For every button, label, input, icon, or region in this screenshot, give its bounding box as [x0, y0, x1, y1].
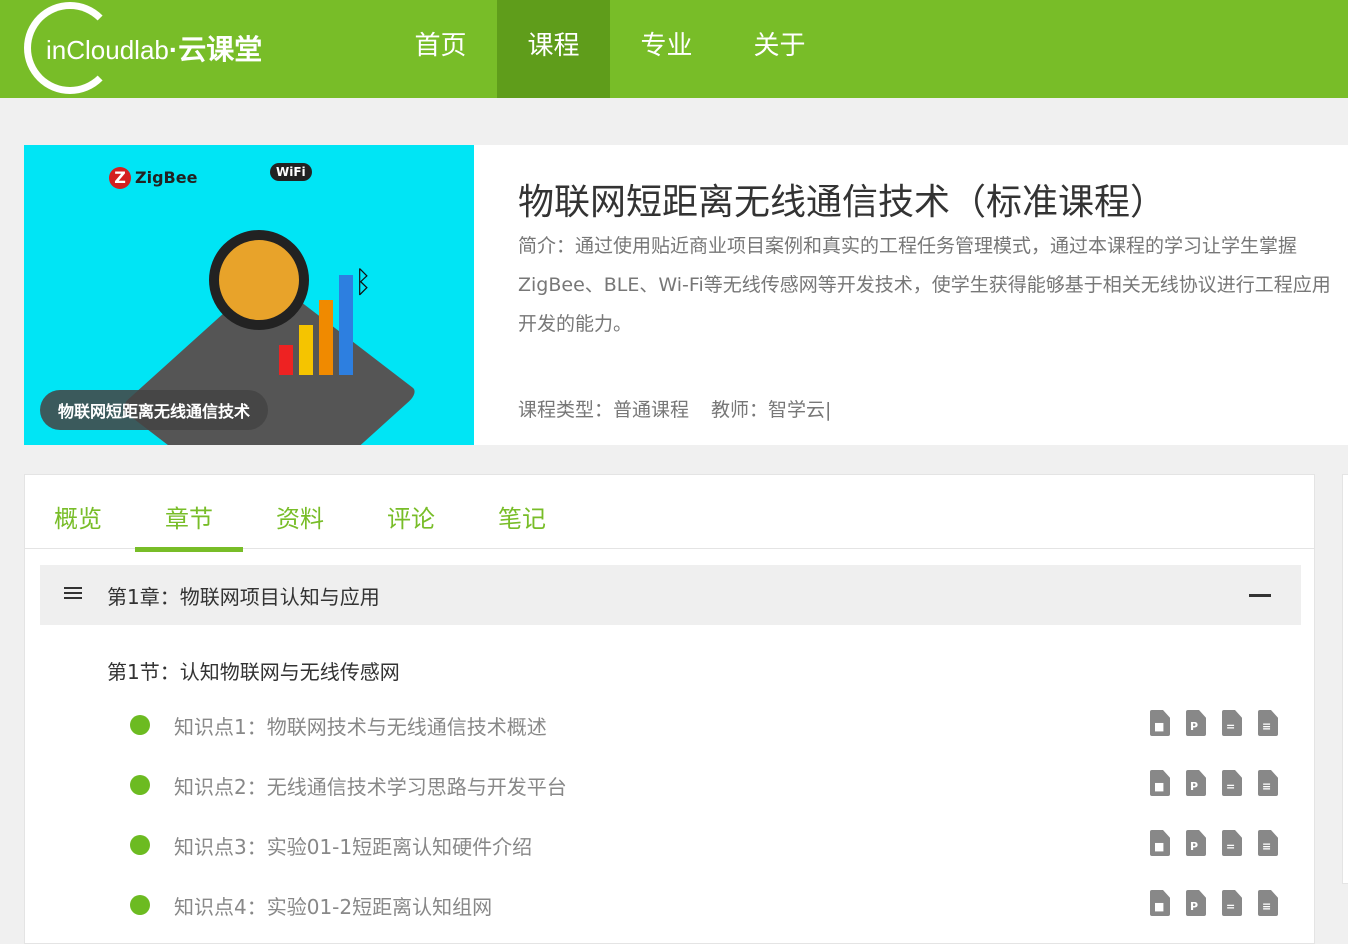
chapter-title: 第1章：物联网项目认知与应用	[107, 585, 380, 609]
logo-cn: ·云课堂	[168, 34, 263, 65]
tab-overview[interactable]: 概览	[54, 499, 102, 534]
knowledge-point-item[interactable]: 知识点3：实验01-1短距离认知硬件介绍 ■ P = ≡	[130, 830, 1280, 860]
chapter-header[interactable]: 第1章：物联网项目认知与应用	[40, 565, 1301, 625]
knowledge-point-label[interactable]: 知识点1：物联网技术与无线通信技术概述	[174, 711, 547, 740]
top-nav: inCloudlab·云课堂 首页 课程 专业 关于	[0, 0, 1348, 98]
notes-icon[interactable]: ≡	[1256, 830, 1280, 858]
status-dot-icon	[130, 775, 150, 795]
side-panel	[1342, 474, 1348, 884]
course-title: 物联网短距离无线通信技术（标准课程）	[518, 182, 1167, 223]
bluetooth-icon: ᛒ	[354, 265, 372, 300]
knowledge-point-label[interactable]: 知识点3：实验01-1短距离认知硬件介绍	[174, 831, 532, 860]
wifi-label: WiFi	[270, 163, 312, 181]
status-dot-icon	[130, 895, 150, 915]
knowledge-point-label[interactable]: 知识点2：无线通信技术学习思路与开发平台	[174, 771, 567, 800]
nav-courses[interactable]: 课程	[497, 0, 610, 98]
video-file-icon[interactable]: ■	[1148, 710, 1172, 738]
section-title: 第1节：认知物联网与无线传感网	[107, 660, 400, 684]
course-teacher: 教师：智学云|	[711, 399, 832, 421]
document-file-icon[interactable]: =	[1220, 770, 1244, 798]
knowledge-point-label[interactable]: 知识点4：实验01-2短距离认知组网	[174, 891, 492, 920]
notes-icon[interactable]: ≡	[1256, 770, 1280, 798]
video-file-icon[interactable]: ■	[1148, 830, 1172, 858]
document-file-icon[interactable]: =	[1220, 830, 1244, 858]
ppt-file-icon[interactable]: P	[1184, 830, 1208, 858]
document-file-icon[interactable]: =	[1220, 710, 1244, 738]
list-icon	[64, 587, 82, 599]
ppt-file-icon[interactable]: P	[1184, 770, 1208, 798]
course-cover-image: Z ZigBee WiFi ᛒ 物联网短距离无线通信技术	[24, 145, 474, 445]
course-description: 简介：通过使用贴近商业项目案例和真实的工程任务管理模式，通过本课程的学习让学生掌…	[518, 235, 1331, 335]
status-dot-icon	[130, 715, 150, 735]
course-content-panel: 概览 章节 资料 评论 笔记 第1章：物联网项目认知与应用 第1节：认知物联网与…	[24, 474, 1315, 944]
notes-icon[interactable]: ≡	[1256, 710, 1280, 738]
nav-about[interactable]: 关于	[723, 0, 836, 98]
logo-text: inCloudlab	[46, 35, 169, 65]
tab-bar: 概览 章节 资料 评论 笔记	[25, 475, 1314, 552]
course-header: Z ZigBee WiFi ᛒ 物联网短距离无线通信技术 物联网短距离无线通信技术…	[24, 145, 1348, 445]
tab-materials[interactable]: 资料	[276, 499, 324, 534]
zigbee-label: ZigBee	[135, 168, 198, 187]
zigbee-logo-icon: Z	[109, 167, 131, 189]
knowledge-point-item[interactable]: 知识点4：实验01-2短距离认知组网 ■ P = ≡	[130, 890, 1280, 920]
nav-home[interactable]: 首页	[384, 0, 497, 98]
nav-majors[interactable]: 专业	[610, 0, 723, 98]
ppt-file-icon[interactable]: P	[1184, 890, 1208, 918]
tab-comments[interactable]: 评论	[387, 499, 435, 534]
course-type: 课程类型：普通课程	[518, 399, 690, 421]
video-file-icon[interactable]: ■	[1148, 770, 1172, 798]
video-file-icon[interactable]: ■	[1148, 890, 1172, 918]
document-file-icon[interactable]: =	[1220, 890, 1244, 918]
bar-illustration	[279, 275, 353, 375]
logo[interactable]: inCloudlab·云课堂	[24, 2, 262, 94]
tab-notes[interactable]: 笔记	[498, 499, 546, 534]
status-dot-icon	[130, 835, 150, 855]
ppt-file-icon[interactable]: P	[1184, 710, 1208, 738]
notes-icon[interactable]: ≡	[1256, 890, 1280, 918]
knowledge-point-item[interactable]: 知识点1：物联网技术与无线通信技术概述 ■ P = ≡	[130, 710, 1280, 740]
collapse-icon[interactable]	[1249, 594, 1271, 597]
knowledge-point-item[interactable]: 知识点2：无线通信技术学习思路与开发平台 ■ P = ≡	[130, 770, 1280, 800]
cover-caption: 物联网短距离无线通信技术	[40, 390, 269, 430]
tab-chapters[interactable]: 章节	[135, 499, 243, 552]
